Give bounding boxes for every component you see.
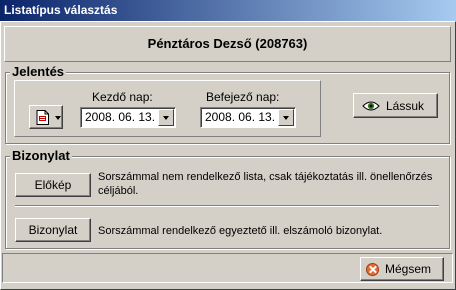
eye-icon (362, 100, 380, 115)
start-date-label: Kezdő nap: (92, 90, 153, 104)
cashier-header-panel: Pénztáros Dezső (208763) (4, 26, 451, 62)
preview-description: Sorszámmal nem rendelkező lista, csak tá… (98, 171, 433, 197)
end-date-picker[interactable]: 2008. 06. 13. (200, 107, 296, 128)
end-date-label: Befejező nap: (206, 90, 280, 104)
start-date-picker[interactable]: 2008. 06. 13. (80, 107, 176, 128)
chevron-down-icon (163, 116, 169, 120)
cashier-name: Pénztáros Dezső (208763) (147, 36, 308, 51)
cancel-icon (366, 263, 379, 276)
view-button-label: Lássuk (386, 99, 425, 113)
cancel-button-label: Mégsem (385, 262, 432, 276)
preview-button-label: Előkép (34, 178, 72, 192)
start-date-dropdown[interactable] (158, 109, 174, 126)
end-date-dropdown[interactable] (278, 109, 294, 126)
view-button[interactable]: Lássuk (353, 93, 438, 118)
cancel-button[interactable]: Mégsem (360, 257, 444, 281)
format-dropdown-button[interactable] (29, 105, 63, 129)
receipt-group-legend: Bizonylat (10, 148, 72, 163)
end-date-value: 2008. 06. 13. (205, 110, 276, 124)
receipt-button[interactable]: Bizonylat (15, 218, 91, 242)
report-group-legend: Jelentés (10, 64, 67, 79)
start-date-value: 2008. 06. 13. (85, 110, 156, 124)
receipt-button-label: Bizonylat (28, 223, 78, 237)
document-format-icon (36, 110, 50, 128)
receipt-description: Sorszámmal rendelkező egyeztető ill. els… (98, 225, 383, 237)
preview-button[interactable]: Előkép (15, 173, 91, 197)
chevron-down-icon (283, 116, 289, 120)
receipt-separator (15, 205, 439, 207)
chevron-down-icon (55, 116, 61, 120)
window-title: Listatípus választás (0, 0, 456, 21)
